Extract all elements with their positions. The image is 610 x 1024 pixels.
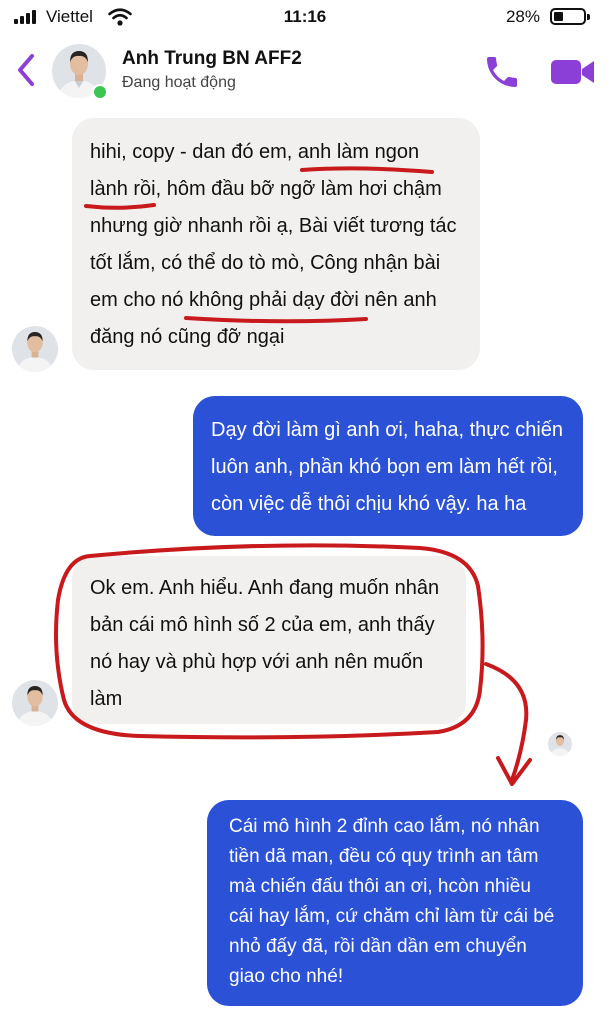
message-line: nhỏ đấy đã, rồi dần dần em chuyển (229, 936, 527, 957)
message-line: em cho nó không phải dạy đời nên anh (90, 289, 437, 311)
message-line: tốt lắm, có thể do tò mò, Công nhận bài (90, 252, 441, 274)
cellular-signal-icon (14, 10, 40, 24)
message-line: hihi, copy - dan đó em, anh làm ngon (90, 141, 420, 163)
message-line: tiền dã man, đều có quy trình an tâm (229, 846, 539, 867)
arrow-head-mark (496, 756, 532, 786)
message-line: Dạy đời làm gì anh ơi, haha, thực chiến (211, 419, 564, 441)
message-line: nhưng giờ nhanh rồi ạ, Bài viết tương tá… (90, 215, 457, 237)
wifi-icon (108, 8, 132, 26)
battery-percentage: 28% (505, 7, 540, 26)
message-line: còn việc dễ thôi chịu khó vậy. ha ha (211, 493, 527, 515)
message-line: mà chiến đấu thôi an ơi, hcòn nhiều (229, 876, 531, 897)
message-line: làm (90, 688, 123, 710)
message-line: nó hay và phù hợp với anh nên muốn (90, 651, 424, 673)
incoming-message-bubble[interactable]: Ok em. Anh hiểu. Anh đang muốn nhân bản … (72, 556, 466, 724)
chat-header: Anh Trung BN AFF2 Đang hoạt động (0, 34, 610, 110)
message-line: cái hay lắm, cứ chăm chỉ làm từ cái bé (229, 906, 555, 927)
outgoing-message-bubble[interactable]: Dạy đời làm gì anh ơi, haha, thực chiến … (193, 396, 583, 536)
arrow-mark (484, 662, 529, 782)
sender-avatar[interactable] (12, 326, 58, 372)
video-call-icon[interactable] (548, 52, 598, 92)
message-line: bản cái mô hình số 2 của em, anh thấy (90, 614, 435, 636)
back-arrow-icon[interactable] (12, 50, 42, 90)
seen-receipt-avatar (548, 732, 572, 756)
contact-active-status: Đang hoạt động (122, 74, 236, 91)
incoming-message-bubble[interactable]: hihi, copy - dan đó em, anh làm ngon làn… (72, 118, 480, 370)
status-bar: Viettel 11:16 28% (0, 0, 610, 34)
message-line: giao cho nhé! (229, 966, 344, 987)
message-line: đăng nó cũng đỡ ngại (90, 326, 285, 348)
battery-icon (550, 8, 590, 25)
message-line: lành rồi, hôm đầu bỡ ngỡ làm hơi chậm (90, 178, 442, 200)
contact-name[interactable]: Anh Trung BN AFF2 (122, 48, 302, 70)
phone-call-icon[interactable] (482, 52, 522, 92)
carrier-name: Viettel (46, 7, 93, 26)
online-status-dot (92, 84, 108, 100)
message-line: luôn anh, phần khó bọn em làm hết rồi, (211, 456, 558, 478)
sender-avatar[interactable] (12, 680, 58, 726)
message-line: Cái mô hình 2 đỉnh cao lắm, nó nhân (229, 816, 540, 837)
outgoing-message-bubble[interactable]: Cái mô hình 2 đỉnh cao lắm, nó nhân tiền… (207, 800, 583, 1006)
message-line: Ok em. Anh hiểu. Anh đang muốn nhân (90, 577, 440, 599)
